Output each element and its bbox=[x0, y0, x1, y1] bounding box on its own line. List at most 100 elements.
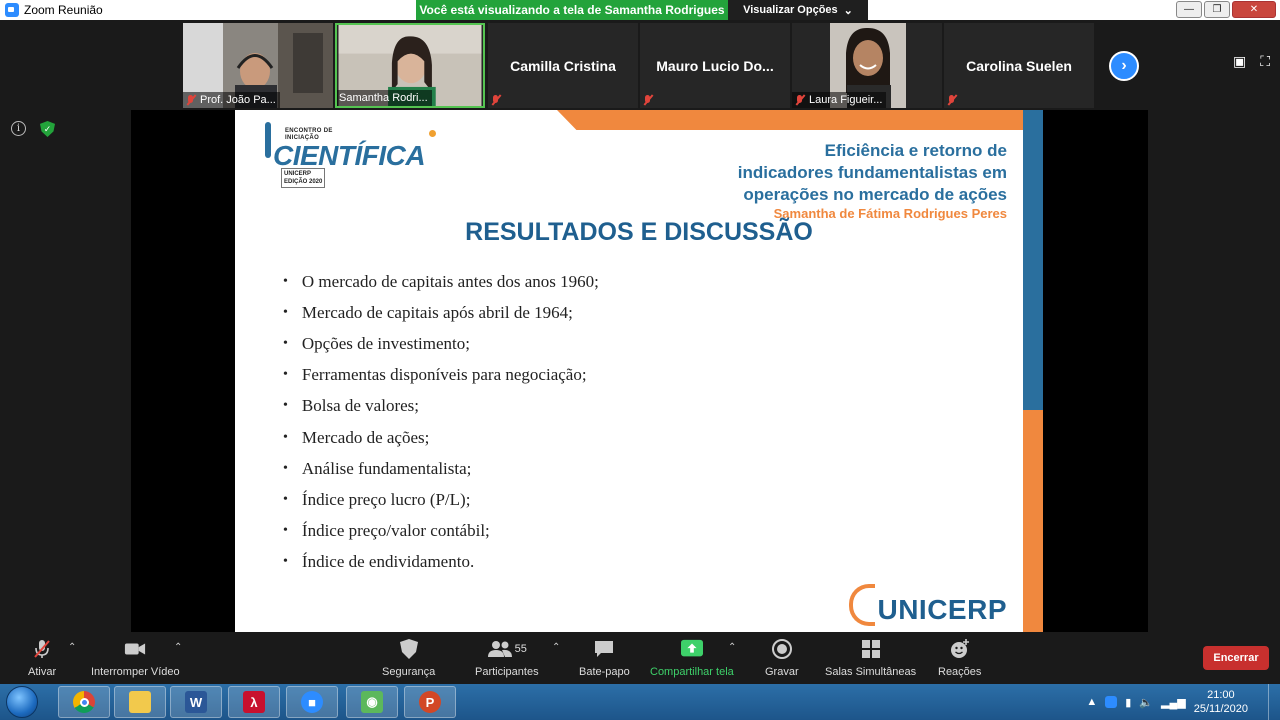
share-screen-button[interactable]: Compartilhar tela bbox=[650, 638, 734, 678]
slide-bullet: Mercado de ações; bbox=[283, 422, 599, 453]
taskbar-android[interactable]: ◉ bbox=[346, 686, 398, 718]
taskbar-word[interactable]: W bbox=[170, 686, 222, 718]
participants-options-caret[interactable]: ⌃ bbox=[552, 642, 560, 653]
slide-bullet-list: O mercado de capitais antes dos anos 196… bbox=[283, 266, 599, 578]
slide-bullet: Ferramentas disponíveis para negociação; bbox=[283, 360, 599, 391]
participant-name: Laura Figueir... bbox=[809, 94, 883, 106]
slide-bullet: Índice preço lucro (P/L); bbox=[283, 484, 599, 515]
participant-tile-active[interactable]: Samantha Rodri... bbox=[335, 23, 485, 108]
record-button[interactable]: Gravar bbox=[765, 638, 799, 678]
slide-orange-stripe bbox=[1023, 410, 1043, 632]
system-tray: ▲ ▮ 🔈 ▂▄▆ 21:00 25/11/2020 bbox=[1086, 684, 1248, 720]
gallery-layout-icon[interactable]: ▣ bbox=[1233, 53, 1246, 70]
chat-label: Bate-papo bbox=[579, 666, 630, 678]
participants-icon: 55 bbox=[482, 638, 532, 660]
participant-tile[interactable]: Carolina Suelen bbox=[944, 23, 1094, 108]
next-page-button[interactable]: › bbox=[1109, 51, 1139, 81]
zoom-window: Zoom Reunião Você está visualizando a te… bbox=[0, 0, 1280, 720]
participant-tile[interactable]: Mauro Lucio Do... bbox=[640, 23, 790, 108]
folder-icon bbox=[129, 691, 151, 713]
security-label: Segurança bbox=[382, 666, 436, 678]
chrome-icon bbox=[73, 691, 95, 713]
security-button[interactable]: Segurança bbox=[382, 638, 435, 678]
participant-name: Carolina Suelen bbox=[966, 57, 1072, 74]
participant-tile[interactable]: Prof. João Pa... bbox=[183, 23, 333, 108]
unicerp-logo: UNICERP bbox=[849, 584, 1007, 626]
taskbar-acrobat[interactable]: λ bbox=[228, 686, 280, 718]
audio-options-caret[interactable]: ⌃ bbox=[68, 642, 76, 653]
clock-time: 21:00 bbox=[1207, 689, 1235, 701]
taskbar-powerpoint[interactable]: P bbox=[404, 686, 456, 718]
layout-controls: ▣ ⛶ bbox=[1233, 53, 1270, 70]
logo-edition: UNICERP EDIÇÃO 2020 bbox=[281, 168, 326, 188]
view-options-button[interactable]: Visualizar Opções ⌄ bbox=[728, 0, 868, 20]
logo-text: ENCONTRO DE bbox=[285, 128, 333, 134]
show-desktop-button[interactable] bbox=[1268, 684, 1280, 720]
presentation-slide: ENCONTRO DE INICIAÇÃO CIENTÍFICA UNICERP… bbox=[235, 110, 1043, 632]
share-options-caret[interactable]: ⌃ bbox=[728, 642, 736, 653]
slide-bullet: Índice de endividamento. bbox=[283, 547, 599, 578]
slide-title-line: Eficiência e retorno de bbox=[824, 141, 1007, 160]
participant-tile[interactable]: Laura Figueir... bbox=[792, 23, 942, 108]
slide-bullet: Índice preço/valor contábil; bbox=[283, 516, 599, 547]
system-clock[interactable]: 21:00 25/11/2020 bbox=[1194, 688, 1248, 716]
mic-muted-icon bbox=[490, 94, 502, 106]
participants-button[interactable]: 55 Participantes bbox=[475, 638, 539, 678]
lightbulb-icon bbox=[429, 130, 436, 137]
clock-date: 25/11/2020 bbox=[1193, 703, 1248, 715]
chat-button[interactable]: Bate-papo bbox=[579, 638, 630, 678]
video-options-caret[interactable]: ⌃ bbox=[174, 642, 182, 653]
slide-title-block: Eficiência e retorno de indicadores fund… bbox=[738, 140, 1007, 222]
battery-icon[interactable]: ▮ bbox=[1125, 696, 1131, 709]
taskbar-zoom[interactable]: ■ bbox=[286, 686, 338, 718]
logo-edition-line: UNICERP bbox=[284, 171, 312, 177]
unmute-button[interactable]: Ativar bbox=[28, 638, 56, 678]
participant-name-tag: Samantha Rodri... bbox=[337, 90, 432, 106]
breakout-rooms-label: Salas Simultâneas bbox=[825, 666, 917, 678]
tray-expand-icon[interactable]: ▲ bbox=[1086, 696, 1097, 708]
reactions-button[interactable]: Reações bbox=[938, 638, 981, 678]
participant-name: Prof. João Pa... bbox=[200, 94, 276, 106]
breakout-rooms-icon bbox=[860, 638, 882, 660]
slide-bullet: Bolsa de valores; bbox=[283, 391, 599, 422]
fullscreen-icon[interactable]: ⛶ bbox=[1260, 53, 1270, 70]
start-button-icon[interactable] bbox=[6, 686, 38, 718]
breakout-rooms-button[interactable]: Salas Simultâneas bbox=[825, 638, 916, 678]
slide-bullet: Mercado de capitais após abril de 1964; bbox=[283, 297, 599, 328]
maximize-button[interactable]: ❐ bbox=[1204, 1, 1230, 18]
share-screen-label: Compartilhar tela bbox=[650, 666, 734, 678]
participant-name: Mauro Lucio Do... bbox=[656, 57, 774, 74]
minimize-button[interactable]: — bbox=[1176, 1, 1202, 18]
powerpoint-icon: P bbox=[419, 691, 441, 713]
zoom-tray-icon[interactable] bbox=[1105, 696, 1118, 708]
end-meeting-button[interactable]: Encerrar bbox=[1203, 646, 1269, 670]
zoom-logo-icon bbox=[5, 3, 19, 17]
participant-tile[interactable]: Camilla Cristina bbox=[488, 23, 638, 108]
acrobat-icon: λ bbox=[243, 691, 265, 713]
unmute-label: Ativar bbox=[28, 666, 57, 678]
record-label: Gravar bbox=[765, 666, 799, 678]
video-camera-icon bbox=[124, 638, 146, 660]
chevron-right-icon: › bbox=[1121, 57, 1127, 74]
participant-name-tag: Laura Figueir... bbox=[792, 92, 887, 108]
logo-edition-line: EDIÇÃO 2020 bbox=[284, 179, 323, 185]
taskbar-file-explorer[interactable] bbox=[114, 686, 166, 718]
mic-muted-icon bbox=[31, 638, 53, 660]
event-logo: ENCONTRO DE INICIAÇÃO CIENTÍFICA UNICERP… bbox=[263, 122, 443, 194]
stop-video-button[interactable]: Interromper Vídeo bbox=[91, 638, 180, 678]
slide-title-line: indicadores fundamentalistas em bbox=[737, 163, 1007, 182]
close-button[interactable]: ✕ bbox=[1232, 1, 1276, 18]
window-title: Zoom Reunião bbox=[24, 3, 103, 17]
participants-count: 55 bbox=[514, 643, 527, 655]
participant-gallery: Prof. João Pa... Samantha Rodri... Camil… bbox=[0, 20, 1280, 110]
zoom-icon: ■ bbox=[301, 691, 323, 713]
taskbar-chrome[interactable] bbox=[58, 686, 110, 718]
unicerp-mark-icon bbox=[849, 584, 876, 626]
reactions-label: Reações bbox=[938, 666, 982, 678]
meeting-info-icon[interactable]: i bbox=[11, 121, 26, 136]
network-icon[interactable]: ▂▄▆ bbox=[1161, 696, 1186, 709]
smiley-icon bbox=[949, 638, 971, 660]
windows-taskbar: W λ ■ ◉ P ▲ ▮ 🔈 ▂▄▆ 21:00 25/11/2020 bbox=[0, 684, 1280, 720]
logo-figure-icon bbox=[265, 122, 271, 158]
volume-icon[interactable]: 🔈 bbox=[1139, 696, 1153, 709]
